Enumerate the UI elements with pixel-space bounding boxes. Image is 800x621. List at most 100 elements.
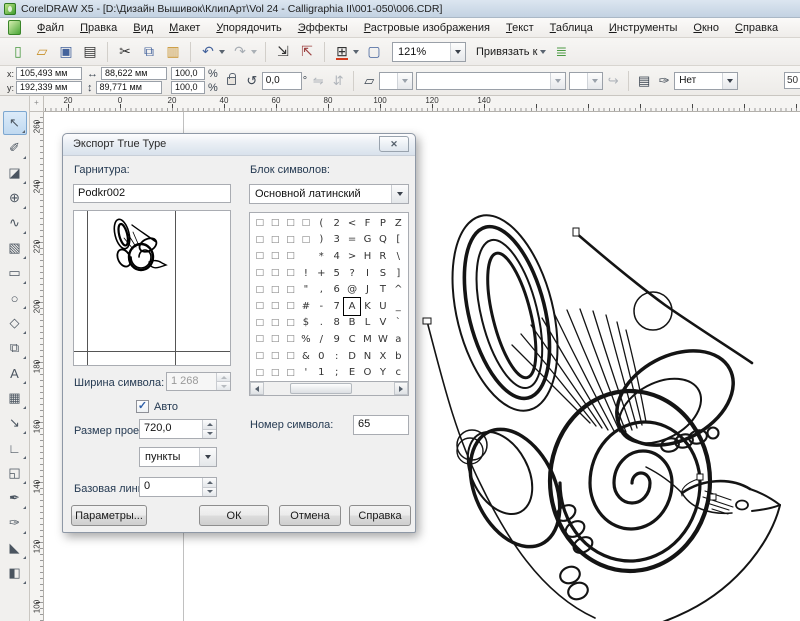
scale-factor-icon[interactable]: ▱ [359, 71, 379, 91]
table-tool[interactable]: ▦ [3, 386, 27, 410]
char-cell[interactable]: □ [283, 348, 298, 365]
char-cell[interactable]: ! [298, 265, 313, 282]
outline-pen-tool[interactable]: ✑ [3, 511, 27, 535]
snap-dropdown-arrow[interactable] [540, 50, 546, 54]
menu-item[interactable]: Вид [125, 20, 161, 36]
spin-down[interactable] [203, 487, 216, 497]
empty-combo-small-2[interactable] [569, 72, 603, 90]
redo-dropdown-arrow[interactable] [251, 50, 257, 54]
outline-width-combo[interactable]: Нет [674, 72, 738, 90]
freehand-tool[interactable]: ∿ [3, 211, 27, 235]
char-cell[interactable]: X [375, 348, 390, 365]
char-cell[interactable]: 0 [314, 348, 329, 365]
char-cell[interactable]: □ [267, 364, 282, 381]
char-cell[interactable]: = [344, 232, 359, 249]
char-cell[interactable]: Z [391, 215, 406, 232]
x-position-field[interactable]: 105,493 мм [16, 67, 82, 80]
menu-item[interactable]: Инструменты [601, 20, 686, 36]
char-cell[interactable]: B [344, 315, 359, 332]
menu-item[interactable]: Эффекты [290, 20, 356, 36]
char-cell[interactable]: W [375, 331, 390, 348]
char-cell[interactable]: □ [283, 364, 298, 381]
empty-combo-wide[interactable] [416, 72, 566, 90]
combo-dropdown-arrow[interactable] [199, 448, 216, 466]
char-cell[interactable]: ' [298, 364, 313, 381]
menu-item[interactable]: Таблица [542, 20, 601, 36]
scale-y-field[interactable]: 100,0 [171, 81, 205, 94]
undo-icon[interactable]: ↶ [197, 41, 219, 63]
char-cell[interactable]: N [360, 348, 375, 365]
font-name-input[interactable]: Podkr002 [73, 184, 231, 203]
char-cell[interactable]: □ [267, 331, 282, 348]
char-cell[interactable]: H [360, 248, 375, 265]
char-cell[interactable]: □ [267, 215, 282, 232]
polygon-tool[interactable]: ◇ [3, 311, 27, 335]
char-cell[interactable]: [ [391, 232, 406, 249]
spin-up[interactable] [203, 478, 216, 487]
menu-item[interactable]: Упорядочить [208, 20, 289, 36]
units-combo[interactable]: пункты [139, 447, 217, 467]
char-cell[interactable]: □ [283, 281, 298, 298]
empty-combo-small-1[interactable] [379, 72, 413, 90]
char-cell[interactable]: @ [344, 281, 359, 298]
interactive-fill-tool[interactable]: ◧ [3, 561, 27, 585]
connector-tool[interactable]: ∟ [3, 436, 27, 460]
char-cell[interactable]: 8 [329, 315, 344, 332]
char-cell[interactable]: □ [252, 348, 267, 365]
menu-item[interactable]: Макет [161, 20, 208, 36]
char-cell[interactable]: J [360, 281, 375, 298]
char-cell[interactable]: S [375, 265, 390, 282]
char-cell[interactable] [298, 248, 313, 265]
char-cell[interactable]: 1 [314, 364, 329, 381]
char-cell[interactable]: ` [391, 315, 406, 332]
char-grid-scrollbar[interactable] [250, 381, 408, 395]
char-cell[interactable]: c [391, 364, 406, 381]
spin-up[interactable] [203, 420, 216, 429]
y-position-field[interactable]: 192,339 мм [16, 81, 82, 94]
char-cell[interactable]: □ [283, 331, 298, 348]
char-cell[interactable]: * [314, 248, 329, 265]
symbol-block-combo[interactable]: Основной латинский [249, 184, 409, 204]
baseline-spinner[interactable]: 0 [139, 477, 217, 497]
char-cell[interactable]: □ [252, 215, 267, 232]
dialog-titlebar[interactable]: Экспорт True Type ✕ [63, 134, 415, 156]
char-cell[interactable]: M [360, 331, 375, 348]
char-cell[interactable]: 9 [329, 331, 344, 348]
menu-item[interactable]: Файл [29, 20, 72, 36]
copy-icon[interactable]: ⧉ [138, 41, 160, 63]
char-cell[interactable]: G [360, 232, 375, 249]
char-cell[interactable]: V [375, 315, 390, 332]
char-cell[interactable]: □ [267, 281, 282, 298]
char-cell[interactable]: 6 [329, 281, 344, 298]
fill-tool[interactable]: ◣ [3, 536, 27, 560]
object-height-field[interactable]: 89,771 мм [96, 81, 162, 94]
char-cell[interactable]: □ [267, 298, 282, 315]
char-cell[interactable]: Y [375, 364, 390, 381]
menu-item[interactable]: Растровые изображения [356, 20, 498, 36]
char-cell[interactable]: . [314, 315, 329, 332]
basic-shapes-tool[interactable]: ⧉ [3, 336, 27, 360]
char-cell[interactable]: □ [283, 215, 298, 232]
undo-dropdown-arrow[interactable] [219, 50, 225, 54]
import-icon[interactable]: ⇲ [272, 41, 294, 63]
cancel-button[interactable]: Отмена [279, 505, 341, 526]
char-cell[interactable]: □ [252, 298, 267, 315]
scrollbar-thumb[interactable] [290, 383, 352, 394]
pick-tool[interactable]: ↖ [3, 111, 27, 135]
menu-item[interactable]: Текст [498, 20, 542, 36]
char-cell[interactable]: □ [283, 248, 298, 265]
new-document-icon[interactable]: ▯ [7, 41, 29, 63]
help-button[interactable]: Справка [349, 505, 411, 526]
design-size-spinner[interactable]: 720,0 [139, 419, 217, 439]
menu-item[interactable]: Справка [727, 20, 786, 36]
char-cell[interactable]: 5 [329, 265, 344, 282]
cut-icon[interactable]: ✂ [114, 41, 136, 63]
char-cell[interactable]: : [329, 348, 344, 365]
ok-button[interactable]: ОК [199, 505, 269, 526]
char-cell[interactable]: P [375, 215, 390, 232]
rectangle-tool[interactable]: ▭ [3, 261, 27, 285]
char-cell[interactable]: > [344, 248, 359, 265]
shape-tool[interactable]: ✐ [3, 136, 27, 160]
launcher-dropdown-arrow[interactable] [353, 50, 359, 54]
clipped-edge-field[interactable]: 50 [784, 72, 800, 89]
